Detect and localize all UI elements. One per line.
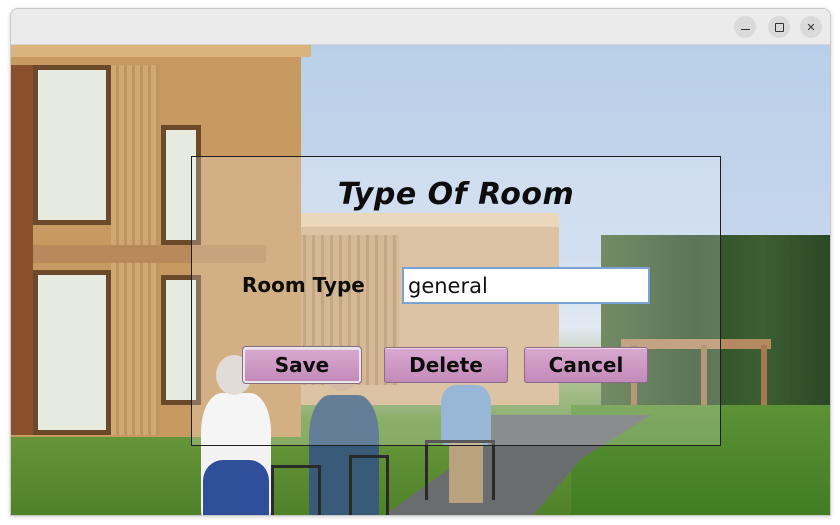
close-icon: ✕ xyxy=(806,20,816,34)
close-button[interactable]: ✕ xyxy=(800,16,822,38)
app-window: ✕ Type Of Room Room Type general Save De… xyxy=(10,8,831,516)
room-type-label: Room Type xyxy=(242,273,365,297)
title-bar: ✕ xyxy=(11,9,830,45)
background-person xyxy=(203,460,269,515)
window-content: Type Of Room Room Type Save Delete Cance… xyxy=(11,45,830,515)
cancel-button[interactable]: Cancel xyxy=(524,347,648,383)
save-button[interactable]: Save xyxy=(242,346,362,384)
room-type-panel: Type Of Room Room Type Save Delete Cance… xyxy=(191,156,721,446)
room-type-input[interactable] xyxy=(402,267,650,304)
maximize-button[interactable] xyxy=(768,16,790,38)
minimize-icon xyxy=(740,28,750,31)
background-walker xyxy=(425,440,495,500)
background-window xyxy=(33,65,111,225)
background-window xyxy=(33,270,111,435)
panel-title: Type Of Room xyxy=(337,177,575,212)
background-building-left-roof xyxy=(11,45,311,57)
background-walker xyxy=(271,465,321,515)
background-walker xyxy=(349,455,389,515)
minimize-button[interactable] xyxy=(734,16,756,38)
delete-button[interactable]: Delete xyxy=(384,347,508,383)
background-building-edge xyxy=(11,65,33,435)
maximize-icon xyxy=(774,22,784,32)
